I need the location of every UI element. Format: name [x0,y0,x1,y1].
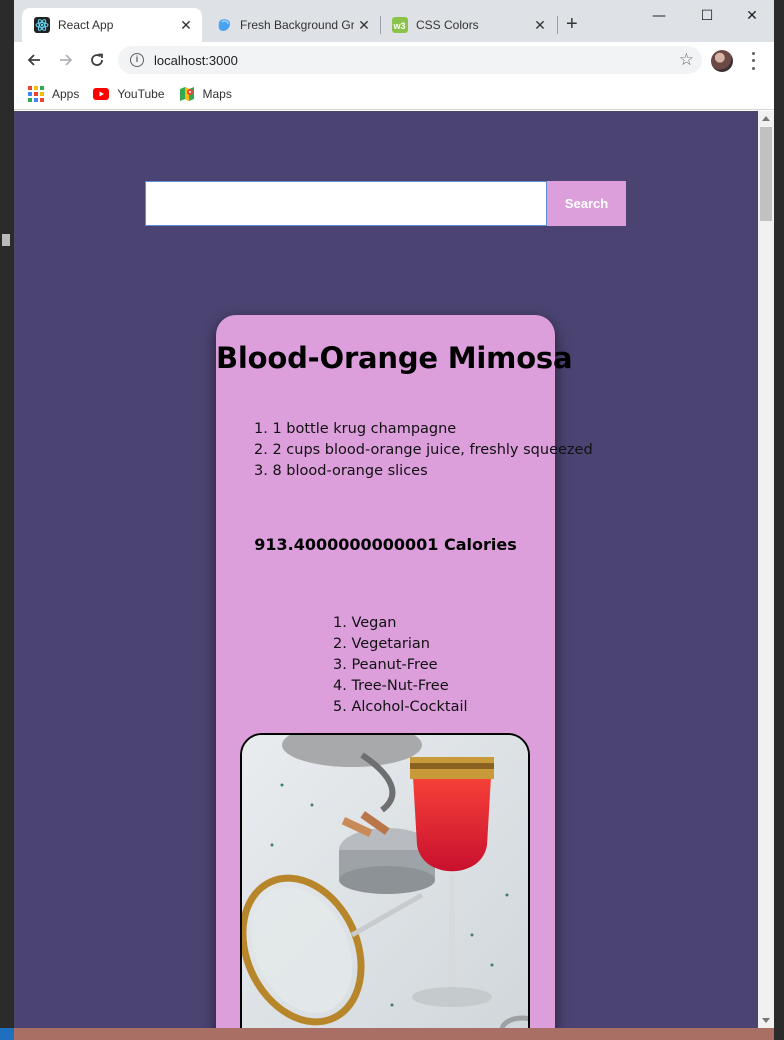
info-icon[interactable]: i [130,53,144,67]
reload-icon [91,53,103,66]
minimize-button[interactable]: — [644,6,674,26]
scroll-down-icon[interactable] [762,1018,770,1023]
recipe-card: Blood-Orange Mimosa 1. 1 bottle krug cha… [216,315,593,1028]
scroll-up-icon[interactable] [762,116,770,121]
close-icon[interactable]: ✕ [176,17,196,34]
bookmark-star-icon[interactable]: ☆ [679,50,694,70]
forward-arrow-icon [60,54,73,66]
close-icon[interactable]: ✕ [354,17,374,34]
bookmark-label: Maps [202,86,232,101]
desktop-left-edge [0,0,14,1040]
health-label-item: 5. Alcohol-Cocktail [333,699,468,715]
taskbar-fragment [0,1028,14,1040]
health-label-item: 1. Vegan [333,615,397,631]
search-input[interactable] [145,181,547,226]
tab-css-colors[interactable]: w3 CSS Colors ✕ [380,8,556,42]
youtube-icon [93,87,110,100]
apps-grid-icon [28,85,44,102]
react-icon [34,17,50,33]
page-scrollbar[interactable] [758,111,774,1028]
back-button[interactable] [22,48,46,72]
ingredient-item: 2. 2 cups blood-orange juice, freshly sq… [254,442,593,458]
address-bar[interactable]: i localhost:3000 ☆ [118,46,702,74]
recipe-image [240,733,530,1028]
tab-fresh-background[interactable]: Fresh Background Gra ✕ [204,8,380,42]
scrollbar-thumb[interactable] [760,127,772,221]
browser-window: React App ✕ Fresh Background Gra ✕ w3 CS… [14,0,774,1028]
desktop-mark [2,234,10,246]
ingredients-list: 1. 1 bottle krug champagne 2. 2 cups blo… [254,419,593,482]
back-arrow-icon [27,54,40,66]
bookmark-apps[interactable]: Apps [28,85,80,102]
bookmark-label: Apps [52,86,80,101]
tab-separator [557,16,558,34]
search-form: Search [145,181,626,226]
close-icon[interactable]: ✕ [530,17,550,34]
profile-avatar[interactable] [711,50,733,72]
page-viewport: Search Blood-Orange Mimosa 1. 1 bottle k… [14,111,758,1028]
forward-button[interactable] [54,48,78,72]
search-button[interactable]: Search [547,181,626,226]
maximize-button[interactable]: ☐ [692,6,722,26]
desktop-bottom-edge [0,1028,774,1040]
health-label-item: 2. Vegetarian [333,636,430,652]
bookmarks-bar: Apps YouTube Maps [14,78,774,110]
w3-icon: w3 [392,17,408,33]
url-text: localhost:3000 [154,52,238,68]
tab-title: CSS Colors [416,18,479,32]
desktop-right-edge [774,0,784,1040]
maps-icon [179,86,195,102]
toolbar: i localhost:3000 ☆ [14,42,774,78]
calories-text: 913.4000000000001 Calories [254,535,517,554]
bookmark-youtube[interactable]: YouTube [93,86,165,101]
blob-icon [216,17,232,33]
bookmark-label: YouTube [117,86,165,101]
reload-button[interactable] [85,48,109,72]
tab-react-app[interactable]: React App ✕ [22,8,202,42]
tab-title: React App [58,18,114,32]
tab-title: Fresh Background Gra [240,18,354,32]
health-label-item: 3. Peanut-Free [333,657,438,673]
health-label-item: 4. Tree-Nut-Free [333,678,449,694]
ingredient-item: 1. 1 bottle krug champagne [254,421,457,437]
bookmark-maps[interactable]: Maps [179,86,232,102]
new-tab-button[interactable]: + [566,13,578,36]
recipe-title: Blood-Orange Mimosa [216,341,573,375]
tab-strip: React App ✕ Fresh Background Gra ✕ w3 CS… [14,0,774,42]
window-close-button[interactable]: ✕ [737,6,767,26]
ingredient-item: 3. 8 blood-orange slices [254,463,428,479]
health-labels-list: 1. Vegan 2. Vegetarian 3. Peanut-Free 4.… [333,613,468,718]
svg-text:w3: w3 [393,21,406,31]
menu-kebab-icon[interactable] [748,50,758,72]
